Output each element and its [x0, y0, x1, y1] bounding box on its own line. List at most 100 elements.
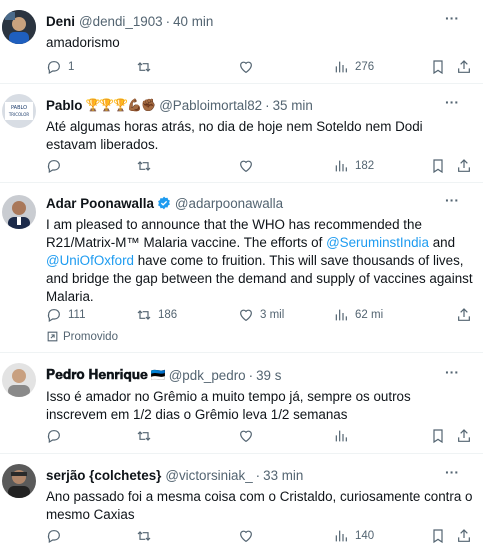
like-button[interactable] [238, 158, 254, 174]
bookmark-button[interactable] [430, 59, 446, 75]
retweet-button[interactable] [136, 59, 152, 75]
retweet-count: 186 [158, 309, 178, 321]
separator-dot: · [165, 13, 171, 29]
avatar[interactable] [2, 464, 36, 498]
views-count: 62 mi [355, 309, 384, 321]
reply-icon [47, 61, 60, 75]
retweet-button[interactable] [136, 158, 152, 174]
reply-icon [47, 430, 60, 444]
views-count: 140 [355, 530, 375, 542]
more-options-icon[interactable]: ··· [443, 11, 461, 30]
reply-count: 111 [68, 309, 86, 321]
share-button[interactable] [456, 158, 472, 174]
timestamp[interactable]: 39 s [256, 368, 281, 383]
bookmark-icon [433, 429, 443, 444]
bookmark-button[interactable] [430, 528, 446, 544]
user-handle[interactable]: @adarpoonawalla [175, 196, 283, 211]
like-button[interactable]: 3 mil [238, 307, 284, 323]
views-button[interactable]: 140 [333, 528, 374, 544]
tweet-text: Ano passado foi a mesma coisa com o Cris… [46, 489, 473, 522]
retweet-icon [137, 531, 151, 541]
retweet-icon [137, 431, 151, 441]
reply-button[interactable] [46, 158, 62, 174]
display-name[interactable]: Adar Poonawalla [46, 196, 154, 211]
more-options-icon[interactable]: ··· [443, 95, 461, 114]
tweet[interactable]: Adar Poonawalla @adarpoonawalla ··· I am… [0, 183, 483, 353]
verified-badge-icon [158, 196, 170, 210]
timestamp[interactable]: 40 min [173, 14, 213, 29]
like-count: 3 mil [260, 309, 285, 321]
timestamp[interactable]: 35 min [273, 98, 313, 113]
reply-button[interactable] [46, 528, 62, 544]
views-button[interactable]: 276 [333, 59, 374, 75]
display-name[interactable]: Deni [46, 14, 75, 29]
heart-icon [240, 430, 252, 443]
like-button[interactable] [238, 428, 254, 444]
reply-count: 1 [68, 61, 75, 73]
retweet-icon [137, 161, 151, 171]
tweet[interactable]: PABLO TRICOLOR Pablo 🏆🏆🏆💪🏾✊🏾 @Pabloimorta… [0, 84, 483, 183]
user-handle[interactable]: @victorsiniak_ [165, 468, 252, 483]
share-icon [458, 308, 470, 321]
promoted-text: Promovido [63, 330, 118, 343]
like-button[interactable] [238, 59, 254, 75]
views-icon [335, 160, 347, 172]
text-segment: and [428, 235, 456, 250]
share-icon [458, 159, 470, 172]
tweet-feed: Deni @dendi_1903 · 40 min ··· amadorismo… [0, 0, 483, 554]
share-button[interactable] [456, 528, 472, 544]
share-button[interactable] [456, 428, 472, 444]
share-icon [458, 60, 470, 73]
user-handle[interactable]: @Pabloimortal82 [159, 98, 262, 113]
heart-icon [240, 309, 252, 322]
views-icon [335, 309, 347, 321]
reply-button[interactable] [46, 428, 62, 444]
reply-button[interactable]: 111 [46, 307, 85, 323]
tweet-text: I am pleased to announce that the WHO ha… [46, 216, 473, 306]
name-emojis: 🇪🇪 [150, 368, 166, 382]
more-options-icon[interactable]: ··· [443, 365, 461, 384]
share-button[interactable] [456, 59, 472, 75]
avatar[interactable] [2, 195, 36, 229]
svg-text:PABLO: PABLO [11, 105, 27, 111]
bookmark-button[interactable] [430, 428, 446, 444]
timestamp[interactable]: 33 min [263, 468, 303, 483]
mention-link[interactable]: @SeruminstIndia [326, 235, 429, 250]
user-handle[interactable]: @dendi_1903 [79, 14, 163, 29]
share-button[interactable] [456, 307, 472, 323]
display-name[interactable]: Pablo [46, 98, 82, 113]
avatar[interactable]: PABLO TRICOLOR [2, 94, 36, 128]
retweet-button[interactable] [136, 528, 152, 544]
retweet-button[interactable]: 186 [136, 307, 177, 323]
display-name[interactable]: serjão {colchetes} [46, 468, 161, 483]
mention-link[interactable]: @UniOfOxford [46, 253, 134, 268]
retweet-icon [137, 310, 151, 320]
user-handle[interactable]: @pdk_pedro [169, 368, 246, 383]
bookmark-icon [433, 529, 443, 544]
like-button[interactable] [238, 528, 254, 544]
views-button[interactable]: 62 mi [333, 307, 383, 323]
reply-icon [47, 309, 60, 323]
avatar[interactable] [2, 363, 36, 397]
retweet-icon [137, 62, 151, 72]
reply-button[interactable]: 1 [46, 59, 74, 75]
more-options-icon[interactable]: ··· [443, 465, 461, 484]
svg-text:TRICOLOR: TRICOLOR [8, 112, 30, 117]
tweet-text: Isso é amador no Grêmio a muito tempo já… [46, 389, 411, 422]
tweet[interactable]: 𝐏𝐞𝐝𝐫𝐨 𝐇𝐞𝐧𝐫𝐢𝐪𝐮𝐞 🇪🇪 @pdk_pedro · 39 s ··· … [0, 353, 483, 454]
reply-icon [47, 160, 60, 174]
views-icon [335, 61, 347, 73]
views-button[interactable] [333, 428, 349, 444]
avatar[interactable] [2, 10, 36, 44]
retweet-button[interactable] [136, 428, 152, 444]
tweet-text: amadorismo [46, 35, 120, 50]
tweet[interactable]: serjão {colchetes} @victorsiniak_ · 33 m… [0, 454, 483, 554]
views-icon [335, 530, 347, 542]
bookmark-button[interactable] [430, 158, 446, 174]
promoted-icon [47, 331, 58, 342]
more-options-icon[interactable]: ··· [443, 193, 461, 212]
bookmark-icon [433, 60, 443, 75]
tweet[interactable]: Deni @dendi_1903 · 40 min ··· amadorismo… [0, 0, 483, 84]
views-button[interactable]: 182 [333, 158, 374, 174]
display-name[interactable]: 𝐏𝐞𝐝𝐫𝐨 𝐇𝐞𝐧𝐫𝐢𝐪𝐮𝐞 [46, 367, 148, 383]
